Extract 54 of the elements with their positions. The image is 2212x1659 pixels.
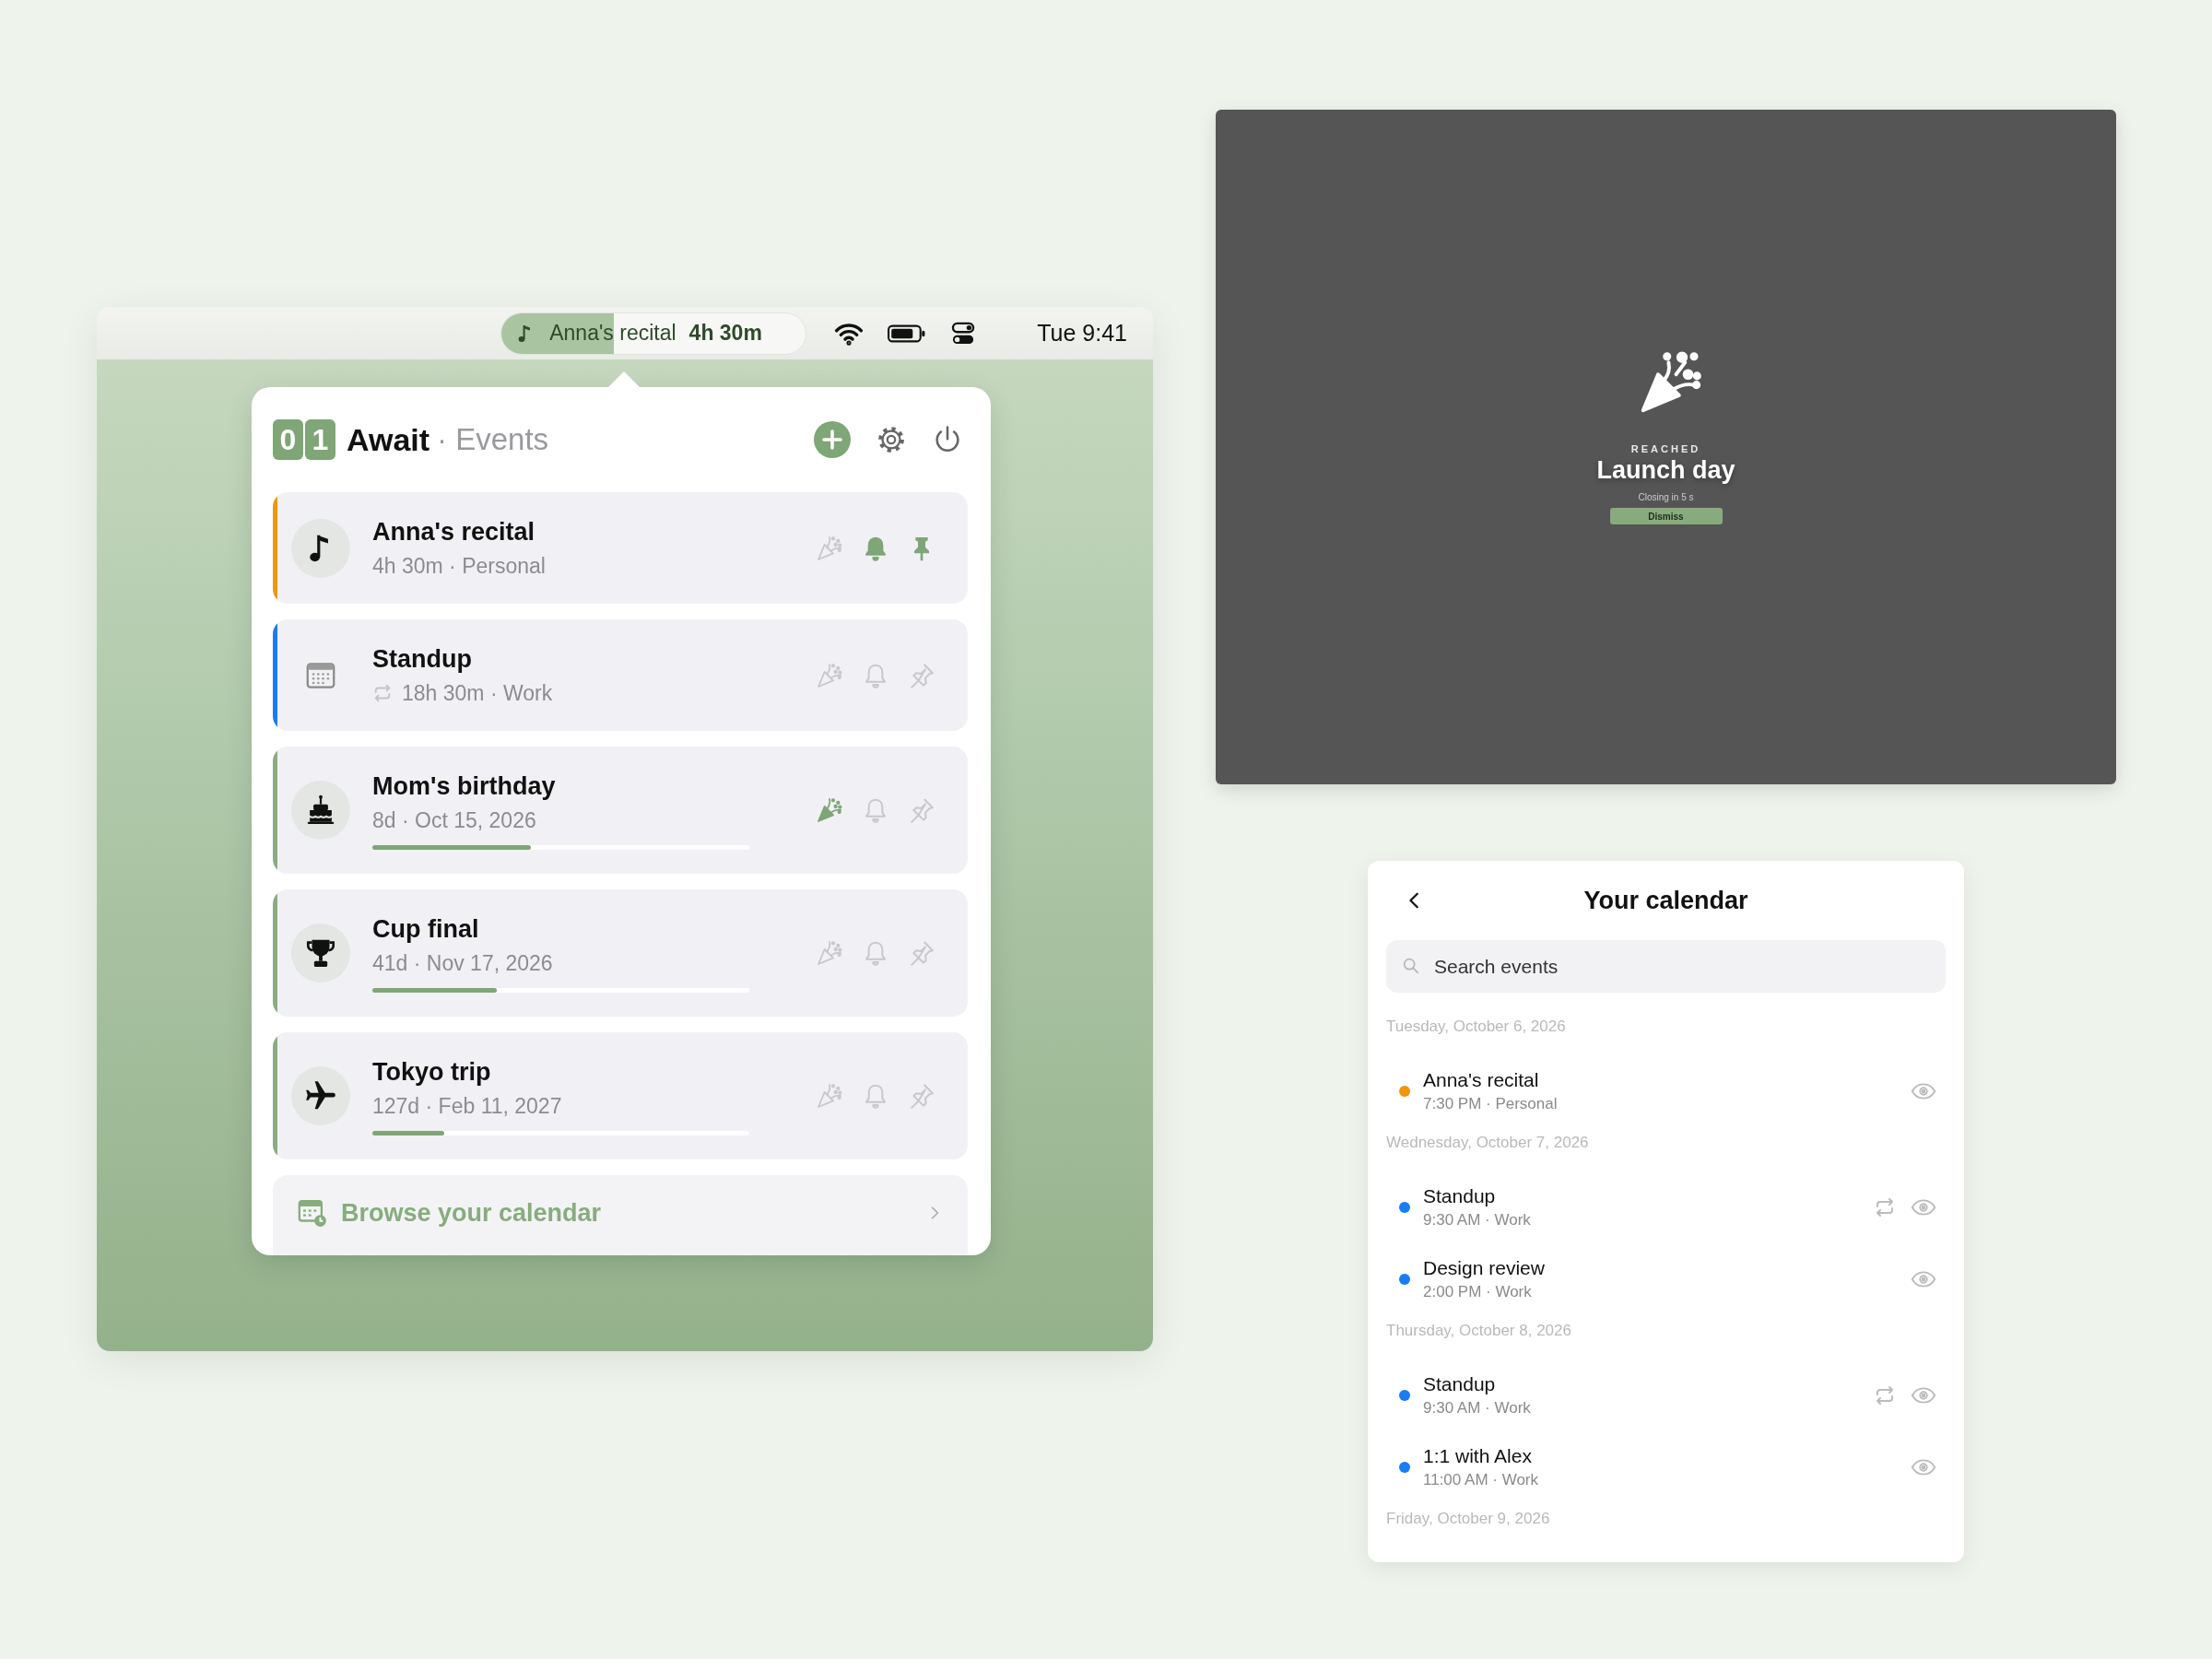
countdown-pill[interactable]: Anna's recital 4h 30m [500, 312, 807, 355]
event-card[interactable]: Mom's birthday 8d · Oct 15, 2026 [273, 747, 968, 874]
day-heading: Tuesday, October 6, 2026 [1386, 1017, 1567, 1037]
event-time: 2:00 PM · Work [1423, 1282, 1533, 1302]
event-title: Standup [372, 644, 473, 675]
search-icon [1401, 956, 1421, 976]
event-time: 7:30 PM · Personal [1423, 1094, 1558, 1114]
add-button[interactable] [814, 421, 851, 458]
search-field[interactable]: Search events [1386, 940, 1946, 993]
event-title: Standup [1423, 1372, 1497, 1396]
event-title: Anna's recital [1423, 1068, 1540, 1092]
event-title: Tokyo trip [372, 1057, 492, 1088]
event-card[interactable]: Anna's recital 4h 30m · Personal [273, 492, 968, 604]
calendar-event[interactable]: Standup 9:30 AM · Work [1386, 1359, 1946, 1431]
calendar-title: Your calendar [1583, 886, 1748, 915]
party-popper-icon[interactable] [815, 795, 844, 825]
event-subtitle: 4h 30m · Personal [372, 553, 546, 580]
event-subtitle: 41d · Nov 17, 2026 [372, 950, 553, 977]
event-title: Mom's birthday [372, 771, 557, 802]
app-name: Await [347, 421, 430, 458]
event-time: 9:30 AM · Work [1423, 1398, 1531, 1418]
control-center-icon[interactable] [950, 320, 977, 347]
day-heading: Friday, October 9, 2026 [1386, 1509, 1551, 1529]
dismiss-button[interactable]: Dismiss [1609, 508, 1723, 524]
party-popper-icon[interactable] [815, 1081, 844, 1111]
battery-icon[interactable] [888, 323, 927, 344]
event-title: Cup final [372, 914, 480, 945]
calendar-event[interactable]: Standup 9:30 AM · Work [1386, 1171, 1946, 1243]
event-title: 1:1 with Alex [1423, 1444, 1533, 1468]
day-heading: Thursday, October 8, 2026 [1386, 1321, 1572, 1341]
event-card[interactable]: Standup 18h 30m · Work [273, 619, 968, 731]
section-name: · Events [437, 422, 549, 457]
closing-note: Closing in 5 s [1638, 492, 1694, 502]
celebration-eyebrow: REACHED [1630, 443, 1701, 454]
logo-digit: 0 [273, 419, 303, 460]
logo-digit: 1 [305, 419, 335, 460]
event-title: Standup [1423, 1184, 1497, 1208]
menu-bar-clock[interactable]: Tue 9:41 [1037, 320, 1127, 347]
calendar-event[interactable]: 1:1 with Alex 11:00 AM · Work [1386, 1431, 1946, 1503]
event-title: Anna's recital [372, 517, 535, 547]
calendar-clock-icon [297, 1197, 328, 1229]
day-heading: Wednesday, October 7, 2026 [1386, 1133, 1590, 1153]
event-title: Design review [1423, 1256, 1545, 1280]
event-subtitle: 127d · Feb 11, 2027 [372, 1093, 562, 1120]
celebration-title: Launch day [1596, 456, 1735, 485]
calendar-event[interactable]: Anna's recital 7:30 PM · Personal [1386, 1055, 1946, 1127]
calendar-event[interactable]: Design review 2:00 PM · Work [1386, 1243, 1946, 1315]
event-subtitle: 18h 30m · Work [402, 680, 553, 707]
event-card[interactable]: Tokyo trip 127d · Feb 11, 2027 [273, 1032, 968, 1159]
party-popper-icon[interactable] [815, 938, 844, 968]
event-time: 9:30 AM · Work [1423, 1210, 1531, 1230]
event-subtitle: 8d · Oct 15, 2026 [372, 807, 536, 834]
event-time: 11:00 AM · Work [1423, 1470, 1539, 1490]
event-card[interactable]: Cup final 41d · Nov 17, 2026 [273, 889, 968, 1017]
